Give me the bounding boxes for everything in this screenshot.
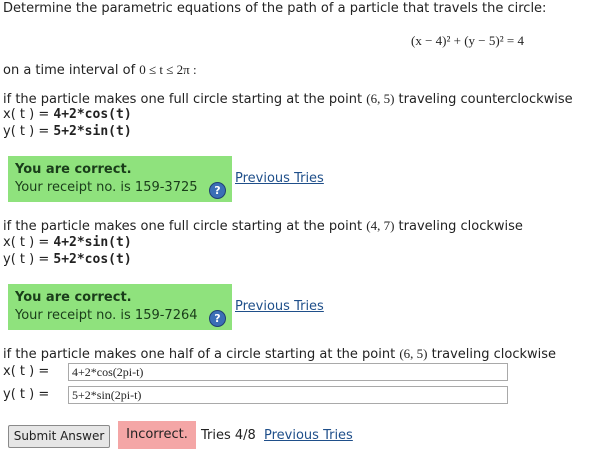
part2-x-answer: 4+2*sin(t) <box>53 235 132 250</box>
part1-x-label: x( t ) = <box>3 107 50 122</box>
part2-previous-tries-link[interactable]: Previous Tries <box>235 299 324 314</box>
help-icon[interactable]: ? <box>209 310 226 327</box>
part1-correct-text: You are correct. <box>15 162 132 177</box>
part3-previous-tries-link[interactable]: Previous Tries <box>264 428 353 443</box>
part3-y-label: y( t ) = <box>3 387 50 402</box>
part2-y-answer: 5+2*cos(t) <box>53 252 132 267</box>
part3-prompt: if the particle makes one half of a circ… <box>3 346 556 362</box>
part2-direction: traveling clockwise <box>398 219 523 234</box>
interval-math: 0 ≤ t ≤ 2π : <box>139 62 197 77</box>
part2-prompt-text: if the particle makes one full circle st… <box>3 219 363 234</box>
incorrect-badge: Incorrect. <box>118 421 196 449</box>
part1-previous-tries-link[interactable]: Previous Tries <box>235 171 324 186</box>
part1-y-row: y( t ) = 5+2*sin(t) <box>3 124 132 139</box>
part1-prompt: if the particle makes one full circle st… <box>3 91 573 107</box>
part2-x-row: x( t ) = 4+2*sin(t) <box>3 235 132 250</box>
part2-correct-box: You are correct. Your receipt no. is 159… <box>8 284 232 330</box>
part3-y-input[interactable]: 5+2*sin(2pi-t) <box>68 386 508 404</box>
part1-prompt-text: if the particle makes one full circle st… <box>3 92 363 107</box>
tries-counter: Tries 4/8 <box>201 428 256 443</box>
submit-answer-button[interactable]: Submit Answer <box>8 425 110 448</box>
part2-receipt: Your receipt no. is 159-7264 <box>15 308 198 323</box>
part3-x-input[interactable]: 4+2*cos(2pi-t) <box>68 363 508 381</box>
part2-point: (4, 7) <box>366 218 395 233</box>
part3-direction: traveling clockwise <box>431 347 557 362</box>
part1-x-answer: 4+2*cos(t) <box>53 107 132 122</box>
interval-line: on a time interval of 0 ≤ t ≤ 2π : <box>3 62 197 78</box>
part1-correct-box: You are correct. Your receipt no. is 159… <box>8 156 232 202</box>
part2-y-label: y( t ) = <box>3 252 50 267</box>
part2-y-row: y( t ) = 5+2*cos(t) <box>3 252 132 267</box>
circle-equation: (x − 4)² + (y − 5)² = 4 <box>411 33 524 48</box>
part1-x-row: x( t ) = 4+2*cos(t) <box>3 107 132 122</box>
problem-intro: Determine the parametric equations of th… <box>3 1 547 16</box>
part1-y-answer: 5+2*sin(t) <box>53 124 132 139</box>
part2-correct-text: You are correct. <box>15 290 132 305</box>
help-icon[interactable]: ? <box>209 182 226 199</box>
interval-prefix: on a time interval of <box>3 63 136 78</box>
part1-receipt: Your receipt no. is 159-3725 <box>15 180 198 195</box>
part1-y-label: y( t ) = <box>3 124 50 139</box>
part1-point: (6, 5) <box>366 91 395 106</box>
part3-prompt-text: if the particle makes one half of a circ… <box>3 347 396 362</box>
part3-point: (6, 5) <box>399 346 428 361</box>
part3-x-label: x( t ) = <box>3 364 50 379</box>
part1-direction: traveling counterclockwise <box>398 92 573 107</box>
part2-x-label: x( t ) = <box>3 235 50 250</box>
part2-prompt: if the particle makes one full circle st… <box>3 218 523 234</box>
